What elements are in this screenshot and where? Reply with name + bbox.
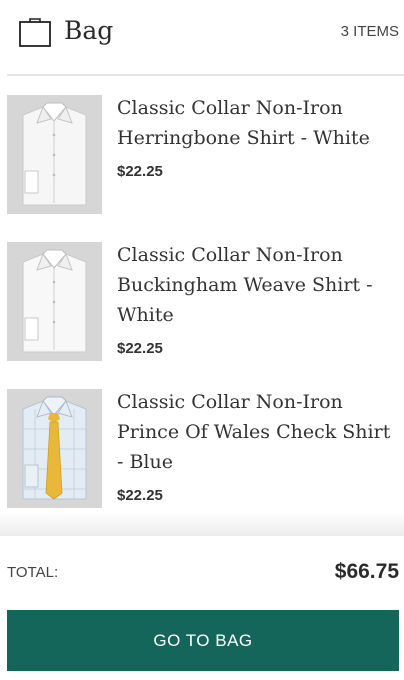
item-price: $22.25	[117, 340, 163, 357]
bag-item[interactable]: Classic Collar Non-Iron Buckingham Weave…	[0, 223, 404, 361]
item-title[interactable]: Classic Collar Non-Iron Prince Of Wales …	[117, 387, 397, 477]
item-price: $22.25	[117, 487, 163, 504]
bag-item[interactable]: Classic Collar Non-Iron Prince Of Wales …	[0, 370, 404, 508]
item-count-badge: 3 ITEMS	[340, 23, 399, 40]
product-thumbnail[interactable]	[7, 242, 102, 361]
item-title[interactable]: Classic Collar Non-Iron Buckingham Weave…	[117, 240, 397, 330]
scroll-fade	[0, 512, 404, 536]
item-title[interactable]: Classic Collar Non-Iron Herringbone Shir…	[117, 93, 397, 153]
page-title: Bag	[64, 16, 114, 45]
total-value: $66.75	[334, 560, 399, 583]
total-label: TOTAL:	[7, 564, 59, 581]
go-to-bag-button[interactable]: GO TO BAG	[7, 610, 399, 671]
product-thumbnail[interactable]	[7, 389, 102, 508]
bag-total-row: TOTAL: $66.75	[0, 536, 404, 606]
product-thumbnail[interactable]	[7, 95, 102, 214]
bag-item[interactable]: Classic Collar Non-Iron Herringbone Shir…	[0, 76, 404, 214]
item-price: $22.25	[117, 163, 163, 180]
bag-header: Bag 3 ITEMS	[0, 0, 404, 74]
bag-item-list: Classic Collar Non-Iron Herringbone Shir…	[0, 76, 404, 522]
shopping-bag-icon	[19, 16, 51, 48]
